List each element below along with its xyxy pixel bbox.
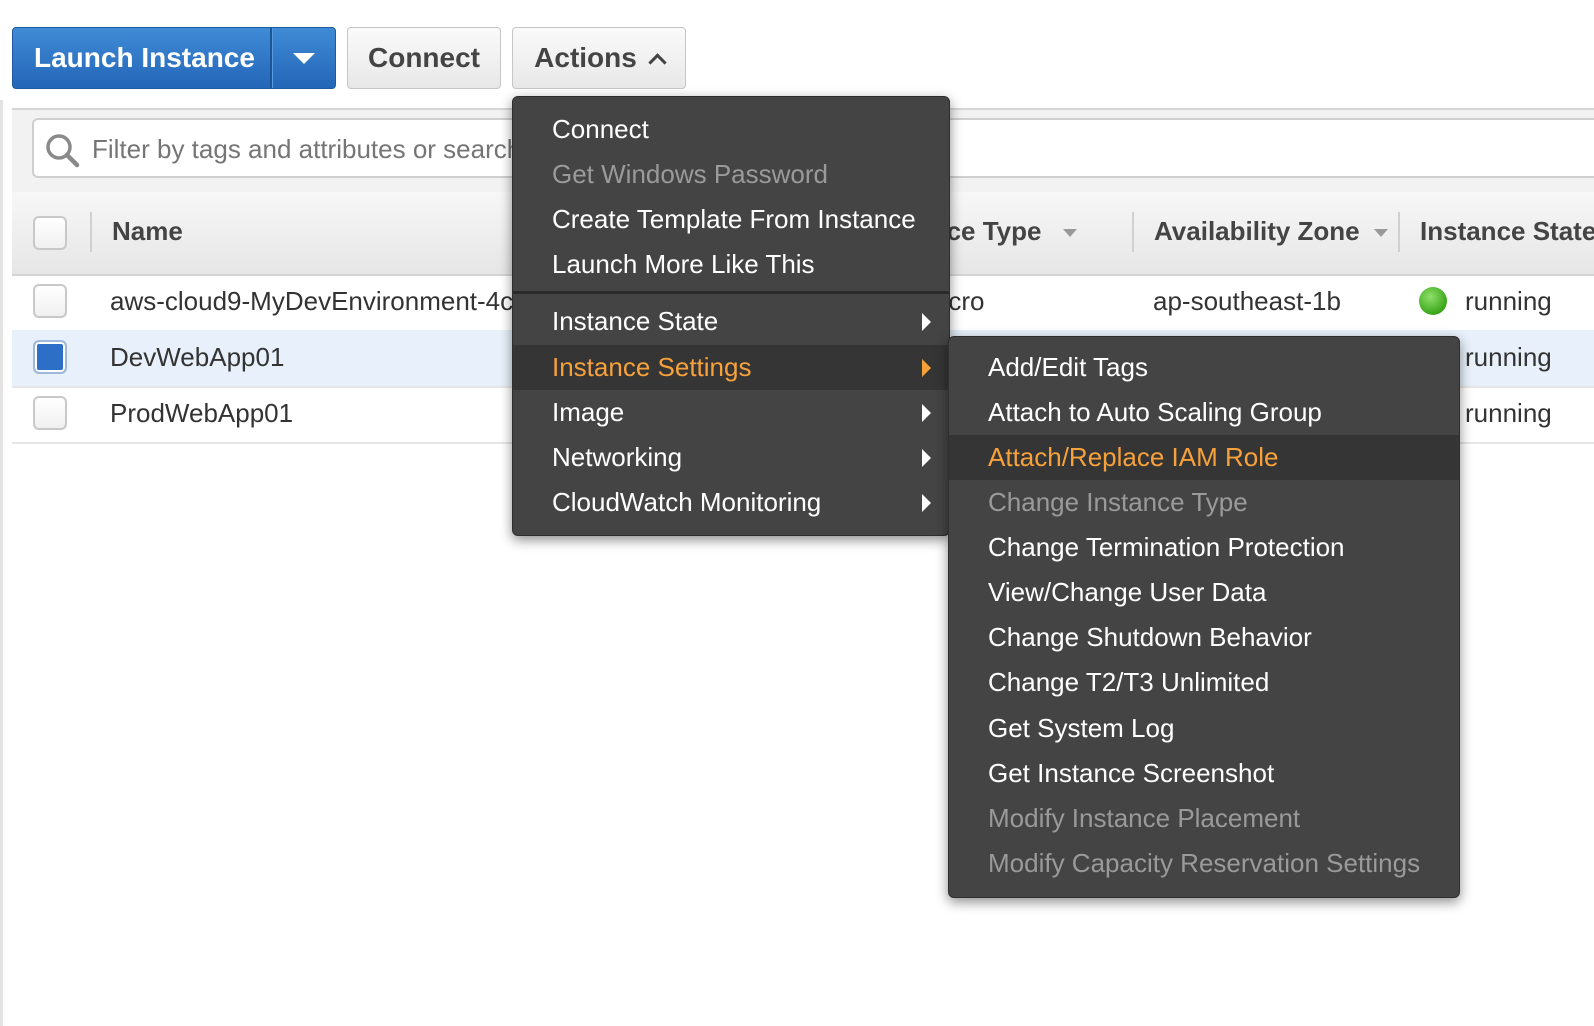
menu-item-modify-capacity-reservation: Modify Capacity Reservation Settings — [949, 841, 1459, 886]
availability-zone: ap-southeast-1b — [1153, 286, 1341, 316]
left-edge-rule — [0, 100, 3, 1026]
menu-item-label: Attach to Auto Scaling Group — [988, 397, 1322, 427]
menu-item-label: Image — [552, 397, 625, 427]
instance-name: aws-cloud9-MyDevEnvironment-4cb — [110, 286, 528, 316]
menu-item-instance-state[interactable]: Instance State — [513, 299, 949, 344]
column-header-availability-zone[interactable]: Availability Zone — [1154, 216, 1388, 247]
menu-item-label: Get Instance Screenshot — [988, 758, 1275, 788]
submenu-arrow-icon — [922, 449, 931, 467]
search-icon — [46, 134, 80, 168]
instance-name: DevWebApp01 — [110, 342, 285, 372]
menu-item-get-system-log[interactable]: Get System Log — [949, 706, 1459, 751]
menu-item-label: Attach/Replace IAM Role — [988, 442, 1279, 472]
column-header-availability-zone-label: Availability Zone — [1154, 216, 1360, 246]
menu-item-label: Create Template From Instance — [552, 204, 916, 234]
menu-item-add-edit-tags[interactable]: Add/Edit Tags — [949, 345, 1459, 390]
menu-item-image[interactable]: Image — [513, 390, 949, 435]
search-input[interactable] — [90, 128, 574, 170]
column-header-instance-state-label: Instance State — [1420, 216, 1594, 246]
menu-item-label: Connect — [552, 114, 649, 144]
connect-button-label: Connect — [368, 42, 480, 73]
menu-item-instance-settings[interactable]: Instance Settings — [513, 345, 949, 390]
menu-item-label: Add/Edit Tags — [988, 352, 1148, 382]
menu-item-label: Launch More Like This — [552, 249, 815, 279]
sort-caret-icon — [1373, 229, 1388, 238]
actions-button[interactable]: Actions — [512, 27, 686, 89]
column-header-instance-state[interactable]: Instance State — [1420, 216, 1594, 247]
menu-item-change-termination-protection[interactable]: Change Termination Protection — [949, 525, 1459, 570]
launch-instance-label: Launch Instance — [34, 42, 255, 73]
instance-state: running — [1465, 398, 1552, 428]
menu-item-change-instance-type: Change Instance Type — [949, 480, 1459, 525]
chevron-up-icon — [648, 52, 667, 72]
menu-item-label: Networking — [552, 442, 683, 472]
menu-item-connect[interactable]: Connect — [513, 107, 949, 152]
menu-item-label: Change T2/T3 Unlimited — [988, 667, 1270, 697]
menu-item-create-template[interactable]: Create Template From Instance — [513, 197, 949, 242]
menu-item-label: Instance State — [552, 306, 719, 336]
instance-state: running — [1465, 342, 1552, 372]
menu-item-label: View/Change User Data — [988, 577, 1267, 607]
submenu-arrow-icon — [922, 359, 931, 377]
row-checkbox[interactable] — [33, 284, 67, 318]
connect-button[interactable]: Connect — [347, 27, 501, 89]
instance-settings-submenu: Add/Edit Tags Attach to Auto Scaling Gro… — [948, 336, 1460, 898]
actions-menu: Connect Get Windows Password Create Temp… — [512, 96, 950, 536]
menu-item-label: Change Shutdown Behavior — [988, 622, 1312, 652]
menu-item-attach-auto-scaling-group[interactable]: Attach to Auto Scaling Group — [949, 390, 1459, 435]
menu-item-change-shutdown-behavior[interactable]: Change Shutdown Behavior — [949, 615, 1459, 660]
menu-item-label: Change Instance Type — [988, 487, 1248, 517]
submenu-arrow-icon — [922, 404, 931, 422]
launch-instance-button[interactable]: Launch Instance — [12, 27, 336, 89]
menu-item-label: Instance Settings — [552, 352, 752, 382]
column-divider — [90, 212, 92, 252]
menu-item-label: CloudWatch Monitoring — [552, 487, 822, 517]
row-checkbox[interactable] — [33, 396, 67, 430]
launch-instance-dropdown-toggle[interactable] — [272, 52, 335, 64]
menu-item-label: Get Windows Password — [552, 159, 828, 189]
column-header-name[interactable]: Name — [112, 216, 183, 247]
menu-item-get-instance-screenshot[interactable]: Get Instance Screenshot — [949, 751, 1459, 796]
menu-item-modify-instance-placement: Modify Instance Placement — [949, 796, 1459, 841]
status-running-icon — [1419, 287, 1447, 315]
menu-item-cloudwatch-monitoring[interactable]: CloudWatch Monitoring — [513, 480, 949, 525]
menu-item-label: Modify Capacity Reservation Settings — [988, 848, 1421, 878]
instance-state: running — [1465, 286, 1552, 316]
column-divider — [1398, 212, 1400, 252]
menu-item-networking[interactable]: Networking — [513, 435, 949, 480]
column-divider — [1132, 212, 1134, 252]
menu-item-label: Get System Log — [988, 713, 1175, 743]
actions-button-label: Actions — [534, 42, 637, 73]
column-header-name-label: Name — [112, 216, 183, 246]
instance-name: ProdWebApp01 — [110, 398, 294, 428]
menu-item-label: Modify Instance Placement — [988, 803, 1301, 833]
chevron-down-icon — [292, 52, 315, 64]
submenu-arrow-icon — [922, 494, 931, 512]
menu-divider — [513, 291, 949, 294]
sort-caret-icon — [1063, 229, 1078, 238]
menu-item-get-windows-password: Get Windows Password — [513, 152, 949, 197]
row-checkbox[interactable] — [33, 340, 67, 374]
menu-item-change-t2-t3-unlimited[interactable]: Change T2/T3 Unlimited — [949, 660, 1459, 705]
menu-item-attach-replace-iam-role[interactable]: Attach/Replace IAM Role — [949, 435, 1459, 480]
menu-item-view-change-user-data[interactable]: View/Change User Data — [949, 570, 1459, 615]
menu-item-launch-more-like-this[interactable]: Launch More Like This — [513, 242, 949, 287]
menu-item-label: Change Termination Protection — [988, 532, 1345, 562]
submenu-arrow-icon — [922, 313, 931, 331]
select-all-checkbox[interactable] — [33, 216, 67, 250]
